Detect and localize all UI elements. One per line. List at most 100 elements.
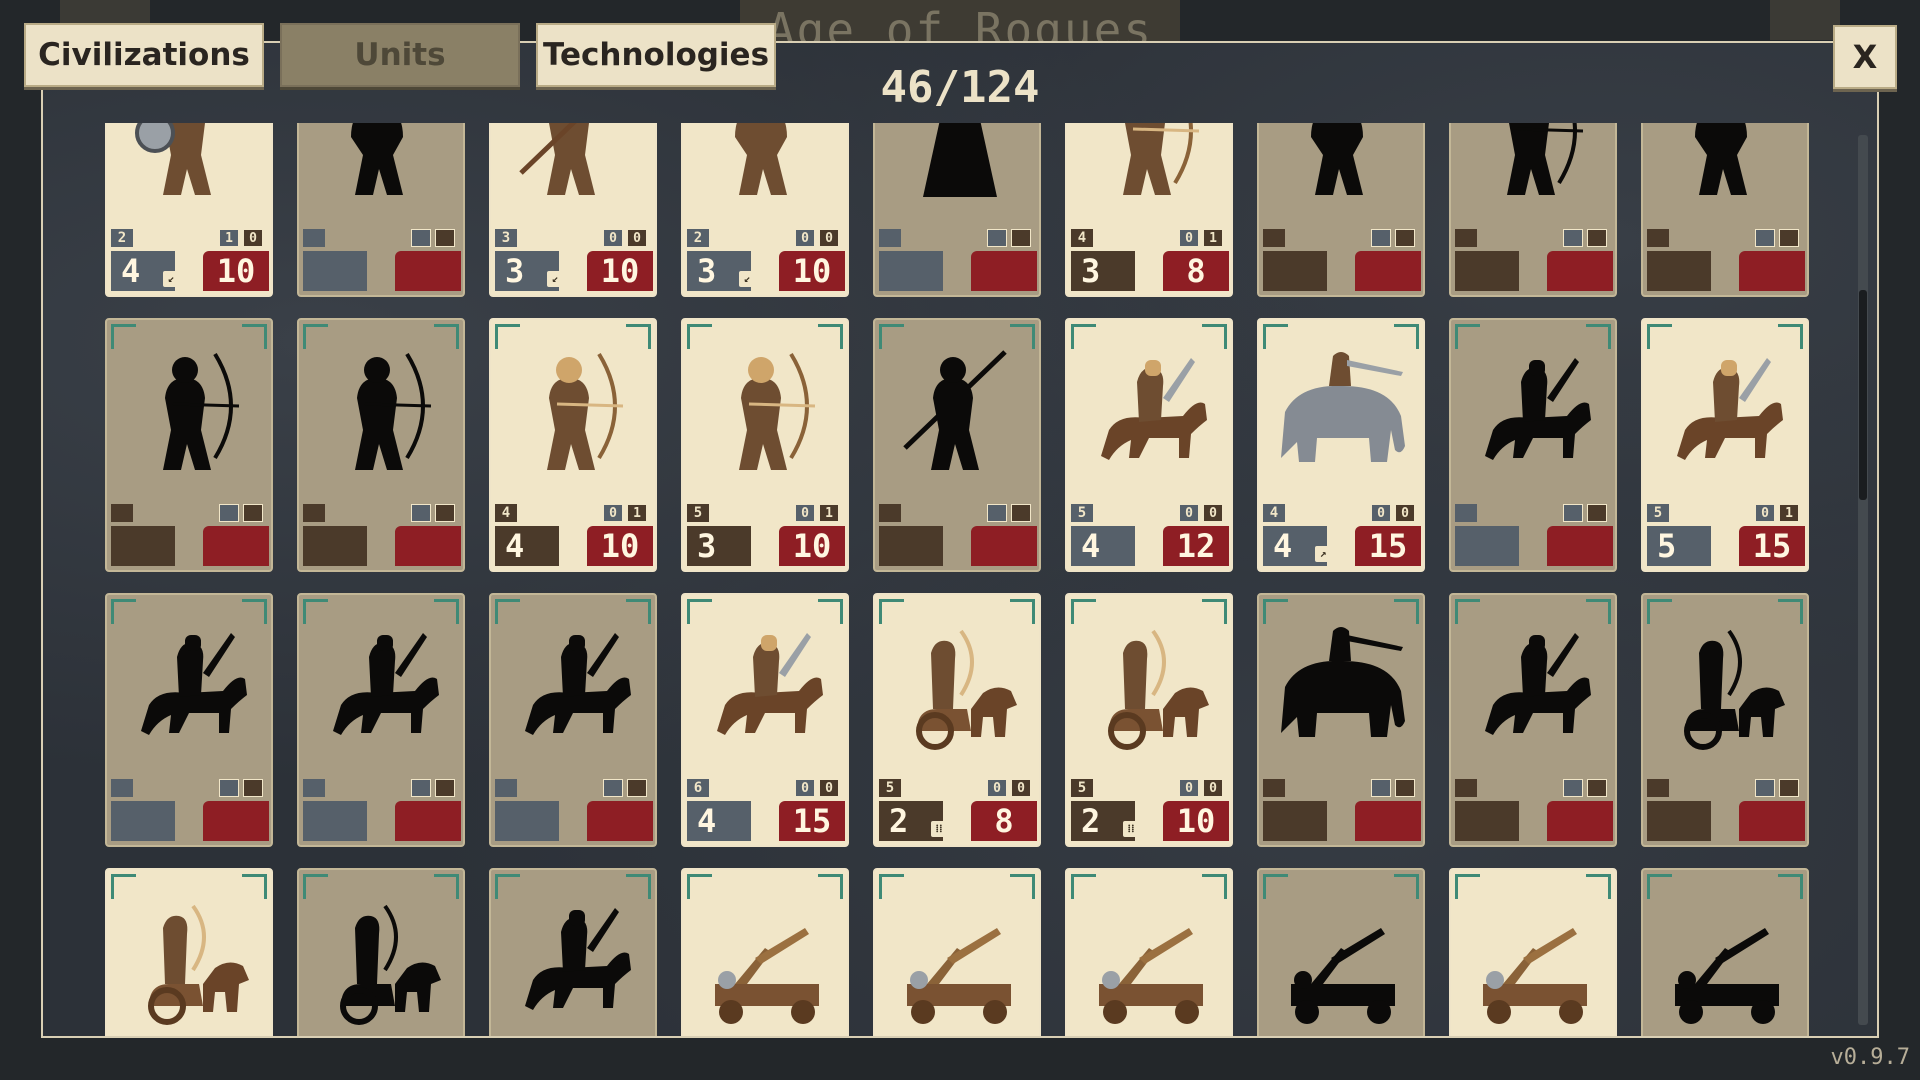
unit-range-stat bbox=[243, 779, 263, 797]
unit-range-stat: 1 bbox=[627, 504, 647, 522]
unit-age-badge bbox=[111, 779, 133, 797]
close-button[interactable]: X bbox=[1833, 25, 1897, 89]
unit-card[interactable] bbox=[1257, 123, 1425, 297]
scrollbar-track[interactable] bbox=[1858, 135, 1868, 1025]
unit-card[interactable] bbox=[873, 868, 1041, 1036]
unit-health: 8 bbox=[971, 801, 1037, 841]
unit-card[interactable]: 2 0 0 3 ↙ 10 bbox=[681, 123, 849, 297]
unit-card[interactable] bbox=[105, 868, 273, 1036]
scrollbar-thumb[interactable] bbox=[1859, 290, 1867, 500]
spearman-silhouette-icon bbox=[887, 338, 1031, 488]
unit-card[interactable] bbox=[1641, 593, 1809, 847]
unit-card[interactable] bbox=[1641, 868, 1809, 1036]
unit-card[interactable] bbox=[105, 318, 273, 572]
background-block-right bbox=[1770, 0, 1840, 40]
soldier-silhouette-icon bbox=[311, 123, 455, 213]
unit-card[interactable] bbox=[297, 318, 465, 572]
unit-card[interactable]: 5 0 0 2 ⁞⁞ 8 bbox=[873, 593, 1041, 847]
unit-card[interactable] bbox=[873, 123, 1041, 297]
unit-card[interactable] bbox=[1449, 593, 1617, 847]
unit-cost: 4 bbox=[495, 526, 559, 566]
unit-card[interactable]: 5 0 1 3 10 bbox=[681, 318, 849, 572]
unit-card[interactable] bbox=[1641, 123, 1809, 297]
unit-attack-stat bbox=[1563, 229, 1583, 247]
chariot-archer-icon bbox=[119, 888, 263, 1036]
unit-range-stat bbox=[435, 504, 455, 522]
unit-card[interactable] bbox=[1449, 318, 1617, 572]
unit-age-badge bbox=[303, 779, 325, 797]
unit-attack-stat bbox=[1371, 229, 1391, 247]
background-title: Age of Rogues bbox=[740, 0, 1180, 42]
unit-card[interactable] bbox=[1449, 123, 1617, 297]
unit-cost: 4 bbox=[1071, 526, 1135, 566]
unit-card[interactable] bbox=[681, 868, 849, 1036]
tab-civilizations[interactable]: Civilizations bbox=[24, 23, 264, 87]
unit-attack-stat: 0 bbox=[795, 504, 815, 522]
unit-card[interactable]: 5 0 1 5 15 bbox=[1641, 318, 1809, 572]
unit-card[interactable]: 4 01 38 bbox=[1065, 123, 1233, 297]
unit-health bbox=[971, 251, 1037, 291]
unit-attack-stat bbox=[987, 504, 1007, 522]
unit-card[interactable] bbox=[105, 593, 273, 847]
unit-card[interactable]: 6 0 0 4 15 bbox=[681, 593, 849, 847]
unit-attack-stat bbox=[411, 229, 431, 247]
unit-age-badge bbox=[1263, 779, 1285, 797]
unit-card[interactable] bbox=[489, 868, 657, 1036]
unit-cost bbox=[111, 526, 175, 566]
unit-card[interactable]: 4 0 1 4 10 bbox=[489, 318, 657, 572]
unit-range-stat: 0 bbox=[1395, 504, 1415, 522]
unit-range-stat bbox=[1779, 779, 1799, 797]
unit-attack-stat bbox=[987, 229, 1007, 247]
unit-range-stat: 0 bbox=[1203, 504, 1223, 522]
unit-health: 10 bbox=[779, 251, 845, 291]
unit-health bbox=[203, 526, 269, 566]
unit-card[interactable] bbox=[297, 593, 465, 847]
unit-health bbox=[1355, 251, 1421, 291]
unit-cost: 3 bbox=[1071, 251, 1135, 291]
unit-attack-stat: 0 bbox=[1179, 504, 1199, 522]
unit-range-stat: 0 bbox=[1203, 779, 1223, 797]
unit-health bbox=[1739, 251, 1805, 291]
version-label: v0.9.7 bbox=[1830, 1045, 1910, 1070]
unit-card[interactable]: 3 0 0 3 ↙ 10 bbox=[489, 123, 657, 297]
unit-age-badge: 3 bbox=[495, 229, 517, 247]
unit-card[interactable] bbox=[1449, 868, 1617, 1036]
archer-icon bbox=[1079, 123, 1223, 213]
unit-card[interactable]: 5 0 0 4 12 bbox=[1065, 318, 1233, 572]
unit-attack-stat: 0 bbox=[1371, 504, 1391, 522]
unit-card[interactable]: 4 0 0 4 ↗ 15 bbox=[1257, 318, 1425, 572]
archer-icon bbox=[503, 338, 647, 488]
unit-range-stat bbox=[1587, 779, 1607, 797]
unit-health: 12 bbox=[1163, 526, 1229, 566]
unit-card[interactable]: 5 0 0 2 ⁞⁞ 10 bbox=[1065, 593, 1233, 847]
unit-card[interactable] bbox=[489, 593, 657, 847]
unit-cost bbox=[1263, 801, 1327, 841]
unit-range-stat: 0 bbox=[1011, 779, 1031, 797]
light-cavalry-icon bbox=[695, 613, 839, 763]
unit-attack-stat: 0 bbox=[795, 779, 815, 797]
tab-technologies[interactable]: Technologies bbox=[536, 23, 776, 87]
unit-card[interactable] bbox=[297, 868, 465, 1036]
unit-range-stat bbox=[435, 229, 455, 247]
unit-age-badge bbox=[303, 229, 325, 247]
unit-card[interactable] bbox=[1065, 868, 1233, 1036]
spearman-icon bbox=[503, 123, 647, 213]
unit-age-badge bbox=[1263, 229, 1285, 247]
unit-range-stat: 1 bbox=[1203, 229, 1223, 247]
unit-card[interactable] bbox=[873, 318, 1041, 572]
unit-age-badge: 5 bbox=[1071, 504, 1093, 522]
shield-soldier-icon bbox=[119, 123, 263, 213]
unit-range-stat bbox=[1587, 504, 1607, 522]
unit-card[interactable]: 2 1 0 4 ↙ 10 bbox=[105, 123, 273, 297]
unit-card[interactable] bbox=[297, 123, 465, 297]
elephant-archer-silhouette-icon bbox=[1271, 613, 1415, 763]
unit-card[interactable] bbox=[1257, 593, 1425, 847]
tab-units[interactable]: Units bbox=[280, 23, 520, 87]
unit-card[interactable] bbox=[1257, 868, 1425, 1036]
unit-cost bbox=[303, 251, 367, 291]
unit-cost bbox=[495, 801, 559, 841]
mangonel-icon bbox=[1463, 888, 1607, 1036]
unit-range-stat bbox=[243, 504, 263, 522]
unit-age-badge: 5 bbox=[687, 504, 709, 522]
unit-attack-stat: 0 bbox=[1179, 779, 1199, 797]
